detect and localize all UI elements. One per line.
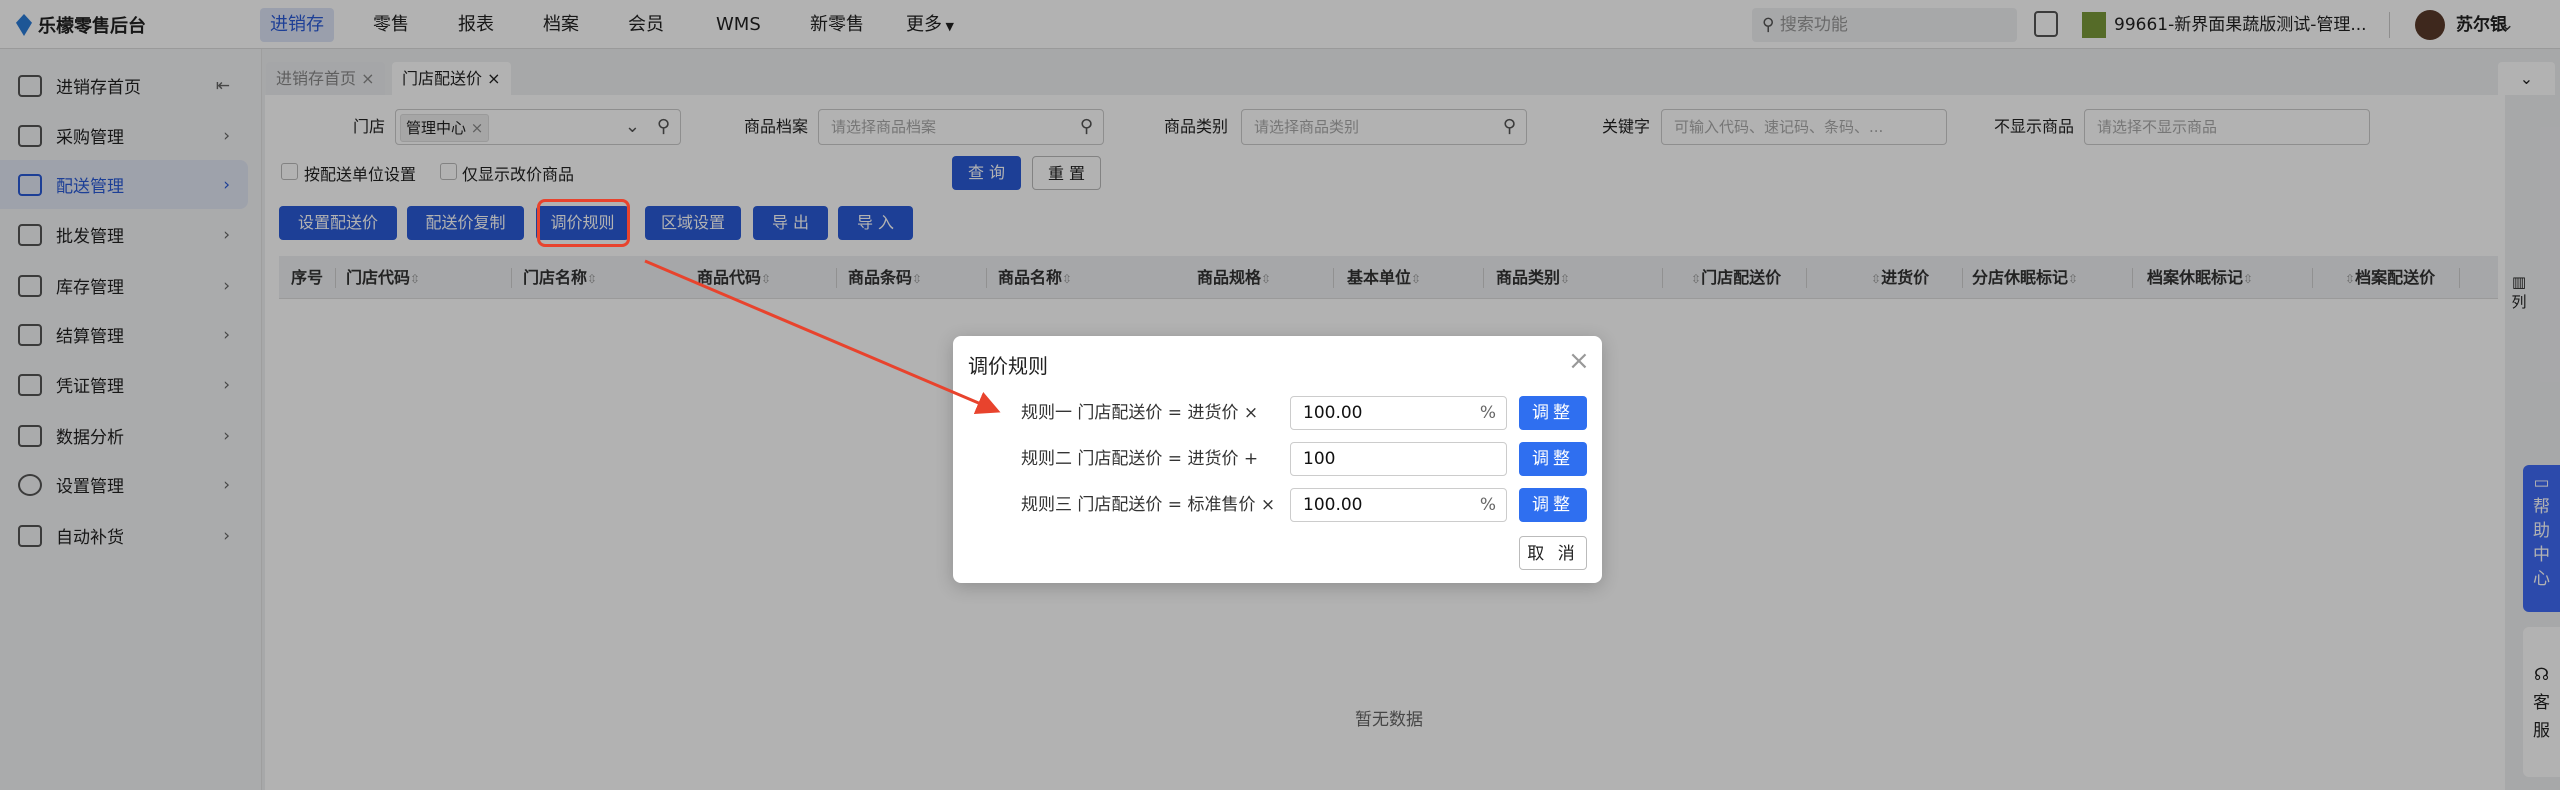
annotation-arrow xyxy=(644,259,1001,414)
